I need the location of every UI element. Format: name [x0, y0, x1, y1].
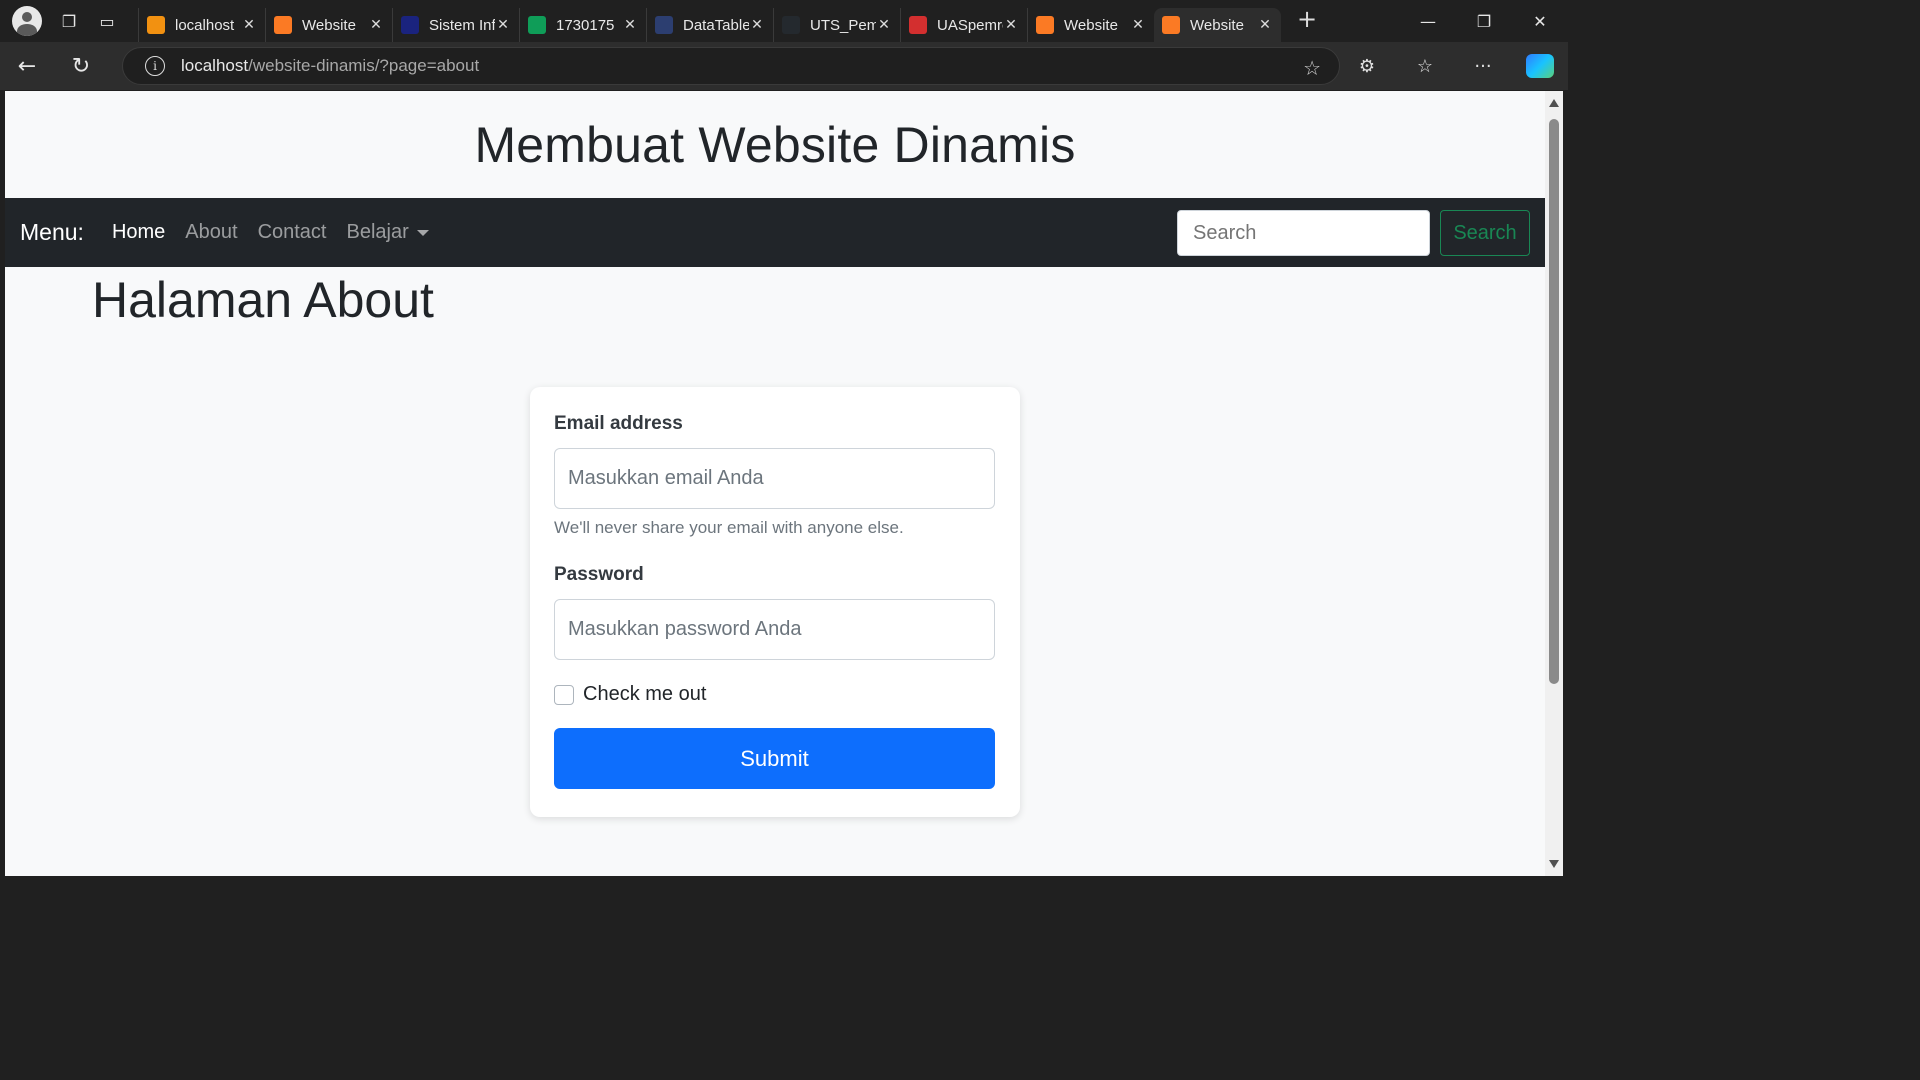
check-me-out-checkbox[interactable] [554, 684, 574, 705]
scroll-thumb[interactable] [1549, 119, 1559, 684]
navbar: Menu: Home About Contact Belajar Search [5, 198, 1545, 267]
nav-about[interactable]: About [185, 221, 237, 244]
phpmyadmin-icon [147, 16, 165, 34]
address-bar[interactable]: i localhost/website-dinamis/?page=about … [122, 47, 1340, 85]
tab-close-icon[interactable]: ✕ [241, 17, 257, 33]
tab-strip: localhost✕Website✕Sistem Informasi✕17301… [138, 0, 1281, 42]
app-icon [401, 16, 419, 34]
page-scrollbar[interactable] [1545, 91, 1563, 876]
submit-button[interactable]: Submit [554, 728, 995, 789]
tab-title: DataTables [683, 16, 749, 34]
browser-toolbar: ← ↻ i localhost/website-dinamis/?page=ab… [0, 42, 1568, 90]
toolbar-right: ⚙ ☆ ··· [1338, 42, 1568, 90]
search-button[interactable]: Search [1440, 210, 1530, 256]
tab-close-icon[interactable]: ✕ [368, 17, 384, 33]
nav-contact[interactable]: Contact [258, 221, 327, 244]
xampp-icon [1036, 16, 1054, 34]
window-controls: — ❐ ✕ [1400, 0, 1568, 42]
new-tab-button[interactable]: + [1287, 2, 1327, 36]
browser-tab[interactable]: Website ✕ [265, 8, 392, 42]
tab-title: UTS_Pemrograman [810, 16, 876, 34]
search-input[interactable] [1177, 210, 1430, 256]
profile-avatar[interactable] [12, 6, 42, 36]
minimize-icon[interactable]: — [1400, 0, 1456, 42]
tab-title: Website [1190, 16, 1244, 34]
browser-tab[interactable]: Sistem Informasi✕ [392, 8, 519, 42]
workspaces-icon[interactable]: ❐ [50, 0, 88, 42]
extensions-icon[interactable]: ⚙ [1338, 42, 1396, 90]
tab-close-icon[interactable]: ✕ [876, 17, 892, 33]
tab-close-icon[interactable]: ✕ [495, 17, 511, 33]
browser-tab[interactable]: Website ✕ [1154, 8, 1281, 42]
drive-icon [528, 16, 546, 34]
password-label: Password [554, 564, 644, 585]
search-form: Search [1177, 210, 1530, 256]
check-row: Check me out [554, 683, 996, 706]
email-label: Email address [554, 413, 683, 434]
favorite-star-icon[interactable]: ☆ [1303, 56, 1321, 80]
browser-tab[interactable]: UTS_Pemrograman✕ [773, 8, 900, 42]
tab-title: 1730175 [556, 16, 615, 34]
browser-titlebar: ❐ ▭ localhost✕Website✕Sistem Informasi✕1… [0, 0, 1568, 42]
more-menu-icon[interactable]: ··· [1454, 42, 1512, 90]
site-info-icon[interactable]: i [145, 56, 165, 76]
browser-tab[interactable]: Website ✕ [1027, 8, 1154, 42]
tab-close-icon[interactable]: ✕ [1003, 17, 1019, 33]
browser-tab[interactable]: 1730175 ✕ [519, 8, 646, 42]
page-heading: Halaman About [92, 272, 434, 328]
tab-actions-icon[interactable]: ▭ [88, 0, 126, 42]
scroll-down-icon[interactable] [1549, 860, 1559, 868]
nav-home[interactable]: Home [112, 221, 165, 244]
back-icon[interactable]: ← [0, 42, 54, 90]
datatables-icon [655, 16, 673, 34]
login-form-card: Email address Masukkan email Anda We'll … [530, 387, 1020, 817]
password-field[interactable]: Masukkan password Anda [554, 599, 995, 660]
tab-close-icon[interactable]: ✕ [622, 17, 638, 33]
refresh-icon[interactable]: ↻ [54, 42, 108, 90]
xampp-icon [274, 16, 292, 34]
restore-icon[interactable]: ❐ [1456, 0, 1512, 42]
browser-tab[interactable]: UASpemrograman✕ [900, 8, 1027, 42]
tab-title: Website [302, 16, 356, 34]
tab-title: localhost [175, 16, 235, 34]
scroll-up-icon[interactable] [1549, 99, 1559, 107]
site-header: Membuat Website Dinamis [5, 91, 1545, 198]
copilot-icon[interactable] [1526, 54, 1554, 78]
browser-tab[interactable]: localhost ✕ [138, 8, 265, 42]
nav-belajar-dropdown[interactable]: Belajar [347, 221, 429, 244]
close-window-icon[interactable]: ✕ [1512, 0, 1568, 42]
email-help-text: We'll never share your email with anyone… [554, 518, 904, 537]
pdf-icon [909, 16, 927, 34]
xampp-icon [1162, 16, 1180, 34]
github-icon [782, 16, 800, 34]
tab-title: Sistem Informasi [429, 16, 495, 34]
email-placeholder: Masukkan email Anda [568, 467, 764, 489]
tab-close-icon[interactable]: ✕ [1257, 17, 1273, 33]
caret-down-icon [416, 229, 429, 236]
tab-title: Website [1064, 16, 1118, 34]
favorites-icon[interactable]: ☆ [1396, 42, 1454, 90]
tab-title: UASpemrograman [937, 16, 1003, 34]
navbar-brand[interactable]: Menu: [20, 219, 84, 246]
email-field[interactable]: Masukkan email Anda [554, 448, 995, 509]
site-title: Membuat Website Dinamis [474, 116, 1076, 173]
checkbox-label[interactable]: Check me out [583, 683, 706, 706]
browser-tab[interactable]: DataTables✕ [646, 8, 773, 42]
page-viewport: Membuat Website Dinamis Menu: Home About… [5, 91, 1545, 876]
nav-belajar-label: Belajar [346, 221, 409, 243]
url-text[interactable]: localhost/website-dinamis/?page=about [181, 56, 479, 76]
tab-close-icon[interactable]: ✕ [1130, 17, 1146, 33]
tab-close-icon[interactable]: ✕ [749, 17, 765, 33]
password-placeholder: Masukkan password Anda [568, 618, 802, 640]
